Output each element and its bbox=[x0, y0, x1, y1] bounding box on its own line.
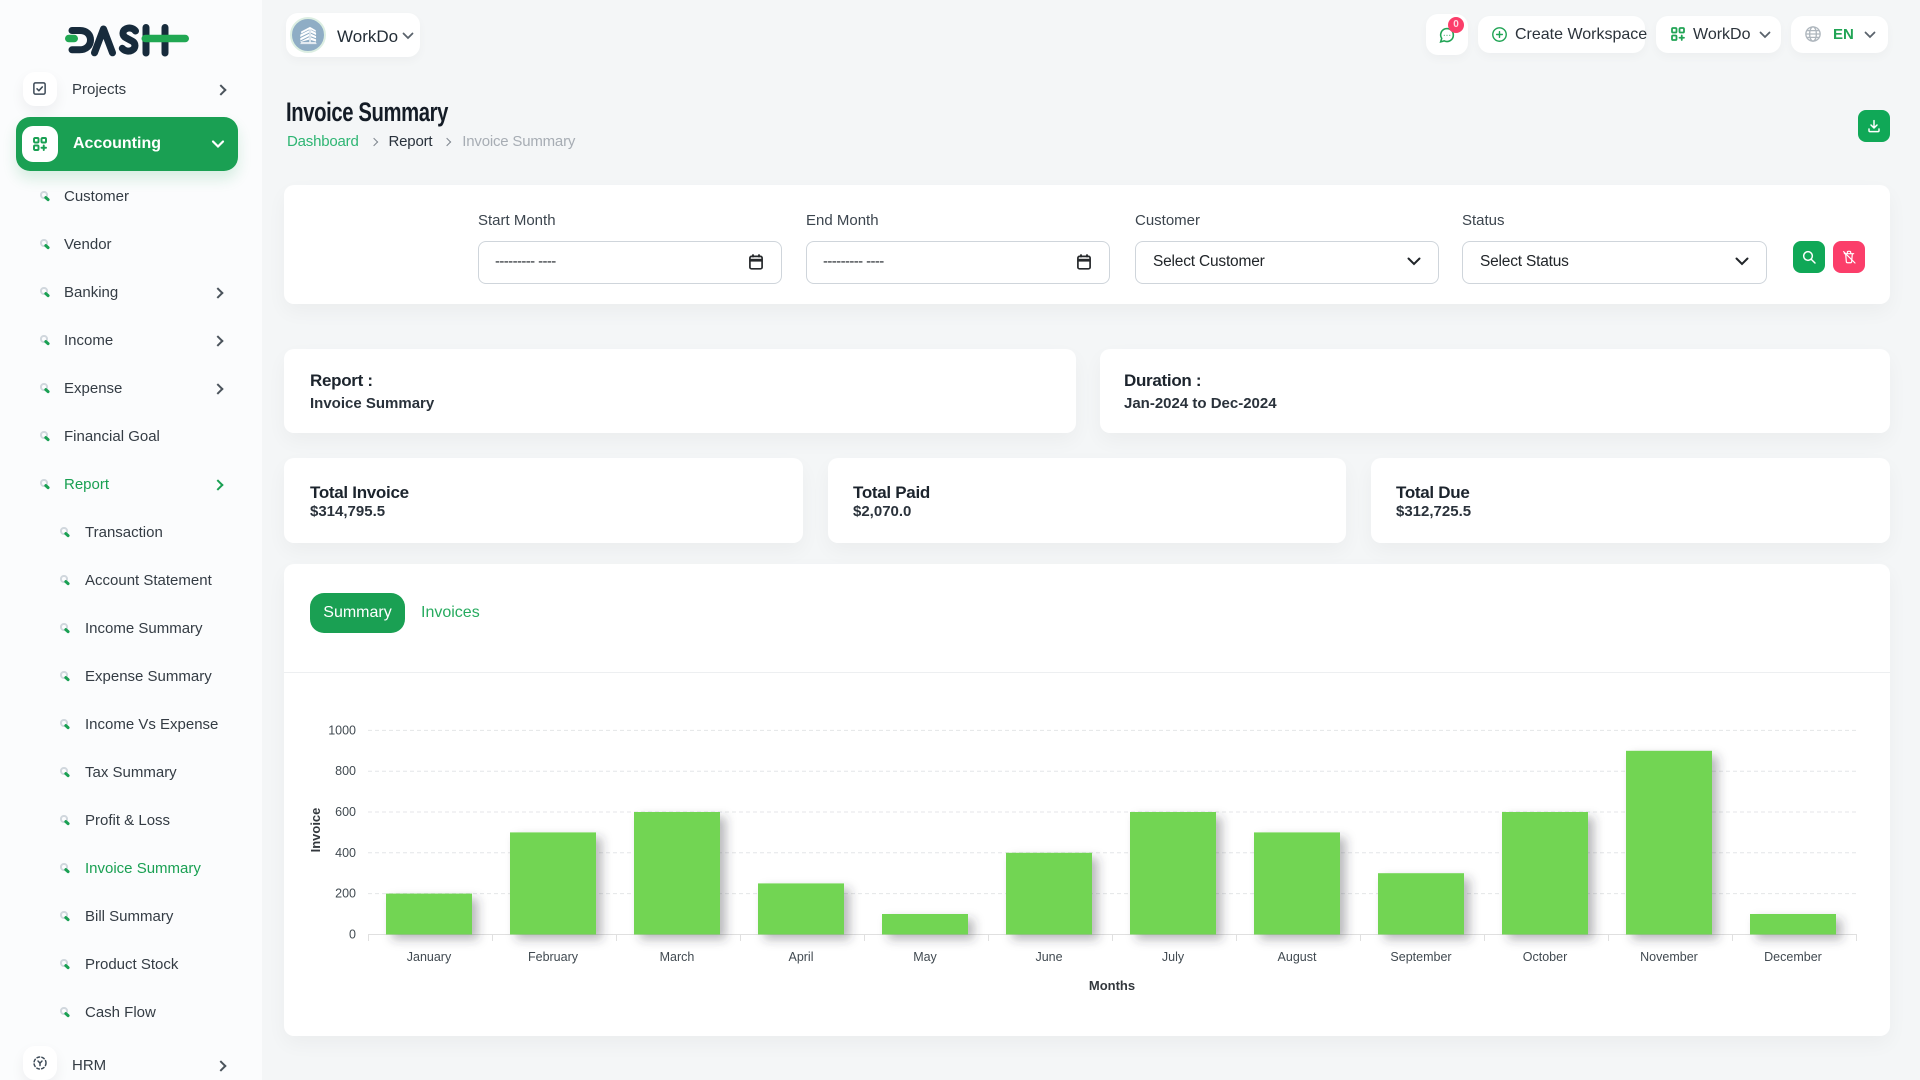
svg-text:July: July bbox=[1162, 950, 1185, 964]
svg-text:January: January bbox=[407, 950, 452, 964]
svg-text:0: 0 bbox=[349, 927, 356, 941]
svg-text:400: 400 bbox=[335, 846, 356, 860]
svg-text:February: February bbox=[528, 950, 579, 964]
svg-text:June: June bbox=[1035, 950, 1062, 964]
svg-text:April: April bbox=[788, 950, 813, 964]
svg-text:March: March bbox=[660, 950, 695, 964]
svg-text:October: October bbox=[1523, 950, 1567, 964]
svg-text:600: 600 bbox=[335, 805, 356, 819]
svg-text:200: 200 bbox=[335, 887, 356, 901]
svg-text:1000: 1000 bbox=[328, 723, 356, 737]
svg-text:Invoice: Invoice bbox=[308, 808, 323, 853]
svg-text:November: November bbox=[1640, 950, 1698, 964]
svg-text:May: May bbox=[913, 950, 937, 964]
svg-text:December: December bbox=[1764, 950, 1822, 964]
svg-text:800: 800 bbox=[335, 764, 356, 778]
svg-text:September: September bbox=[1390, 950, 1451, 964]
svg-text:Months: Months bbox=[1089, 978, 1135, 993]
svg-text:August: August bbox=[1278, 950, 1317, 964]
